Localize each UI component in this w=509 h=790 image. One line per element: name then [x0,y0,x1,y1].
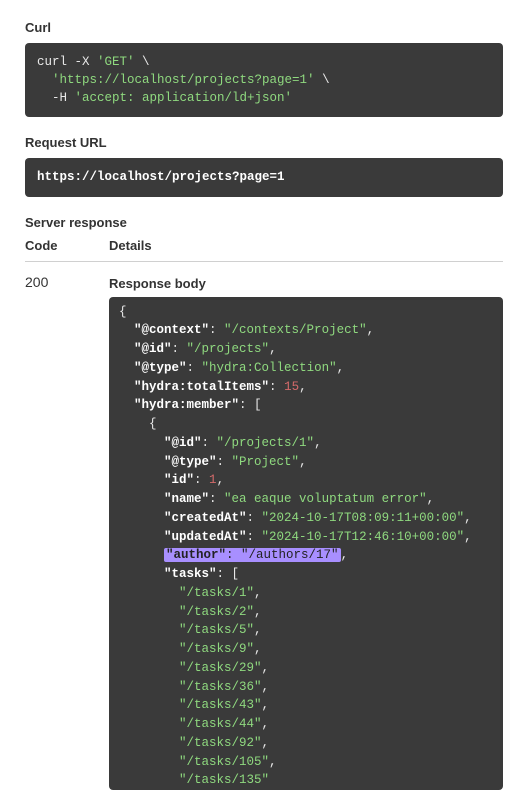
details-column-header: Details [109,238,503,253]
curl-code-block: curl -X 'GET' \ 'https://localhost/proje… [25,43,503,117]
curl-cmd: curl -X [37,55,97,69]
curl-section-title: Curl [25,20,503,35]
request-url-title: Request URL [25,135,503,150]
response-table-header: Code Details [25,238,503,262]
curl-accept: 'accept: application/ld+json' [75,91,293,105]
curl-method: 'GET' [97,55,135,69]
request-url-value: https://localhost/projects?page=1 [37,170,285,184]
response-details: Response body { "@context": "/contexts/P… [109,272,503,790]
status-code: 200 [25,272,109,290]
code-column-header: Code [25,238,109,253]
curl-url: 'https://localhost/projects?page=1' [52,73,315,87]
server-response-title: Server response [25,215,503,230]
response-row: 200 Response body { "@context": "/contex… [25,272,503,790]
response-body-title: Response body [109,276,503,291]
curl-bs1: \ [135,55,150,69]
curl-bs2: \ [315,73,330,87]
curl-indent3: -H [37,91,75,105]
response-body-json: { "@context": "/contexts/Project", "@id"… [109,297,503,790]
request-url-block: https://localhost/projects?page=1 [25,158,503,196]
curl-indent2 [37,73,52,87]
